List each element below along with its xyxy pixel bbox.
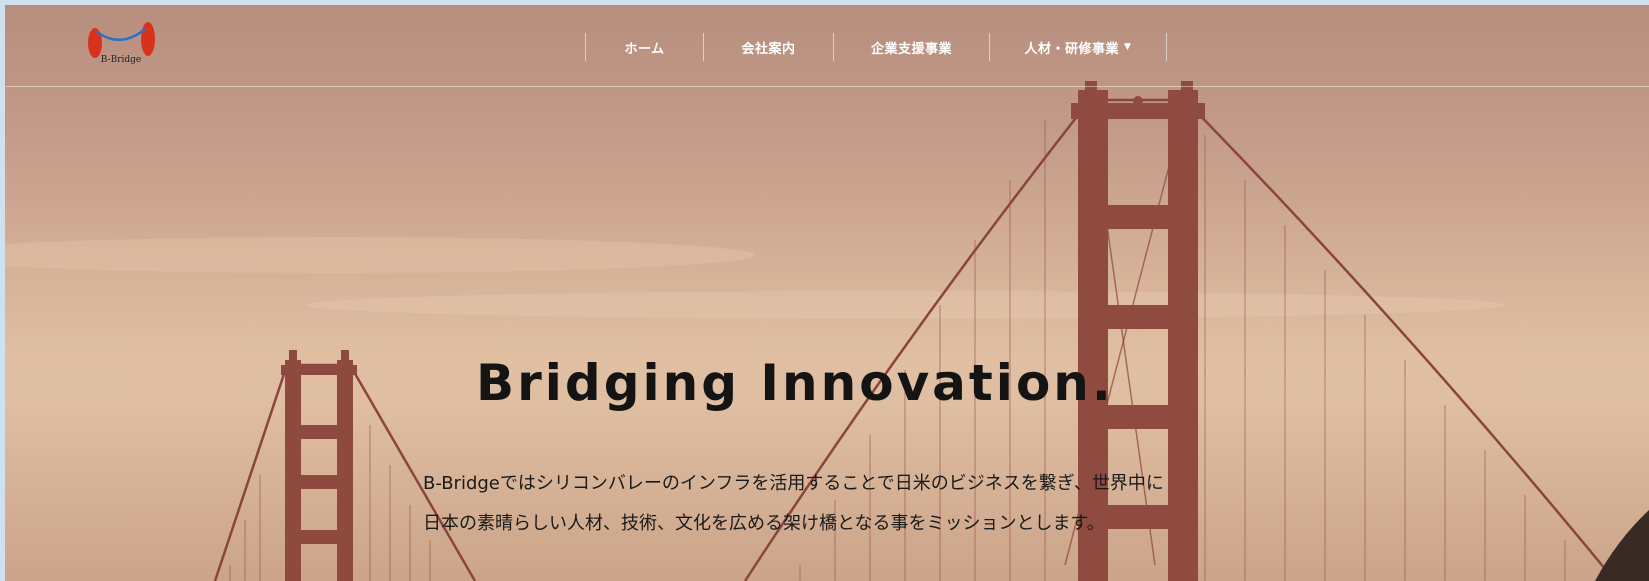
mission-line: B-Bridgeではシリコンバレーのインフラを活用することで日米のビジネスを繋ぎ… <box>423 473 1164 494</box>
nav-item-label: 人材・研修事業 <box>1024 41 1120 57</box>
main-nav: ホーム 会社案内 企業支援事業 人材・研修事業 ▼ <box>585 33 1167 61</box>
nav-item-label: ホーム <box>624 41 665 57</box>
page-frame: B-Bridge ホーム 会社案内 企業支援事業 人材・研修事業 ▼ Bridg… <box>5 5 1649 581</box>
nav-item-hr-training[interactable]: 人材・研修事業 ▼ <box>990 33 1166 61</box>
svg-text:B-Bridge: B-Bridge <box>101 55 141 65</box>
mission-line: 日本の素晴らしい人材、技術、文化を広める架け橋となる事をミッションとします。 <box>423 513 1105 534</box>
hero-headline: Bridging Innovation. <box>476 354 1114 412</box>
nav-item-business-support[interactable]: 企業支援事業 <box>834 33 989 61</box>
nav-divider <box>1166 33 1167 61</box>
nav-item-label: 企業支援事業 <box>870 41 952 57</box>
b-bridge-logo[interactable]: B-Bridge <box>85 19 157 65</box>
nav-item-company[interactable]: 会社案内 <box>704 33 833 61</box>
site-header: B-Bridge ホーム 会社案内 企業支援事業 人材・研修事業 ▼ <box>5 5 1649 87</box>
nav-item-home[interactable]: ホーム <box>586 33 703 61</box>
nav-item-label: 会社案内 <box>741 41 796 57</box>
chevron-down-icon: ▼ <box>1124 42 1132 52</box>
mission-statement: B-Bridgeではシリコンバレーのインフラを活用することで日米のビジネスを繋ぎ… <box>423 464 1243 544</box>
